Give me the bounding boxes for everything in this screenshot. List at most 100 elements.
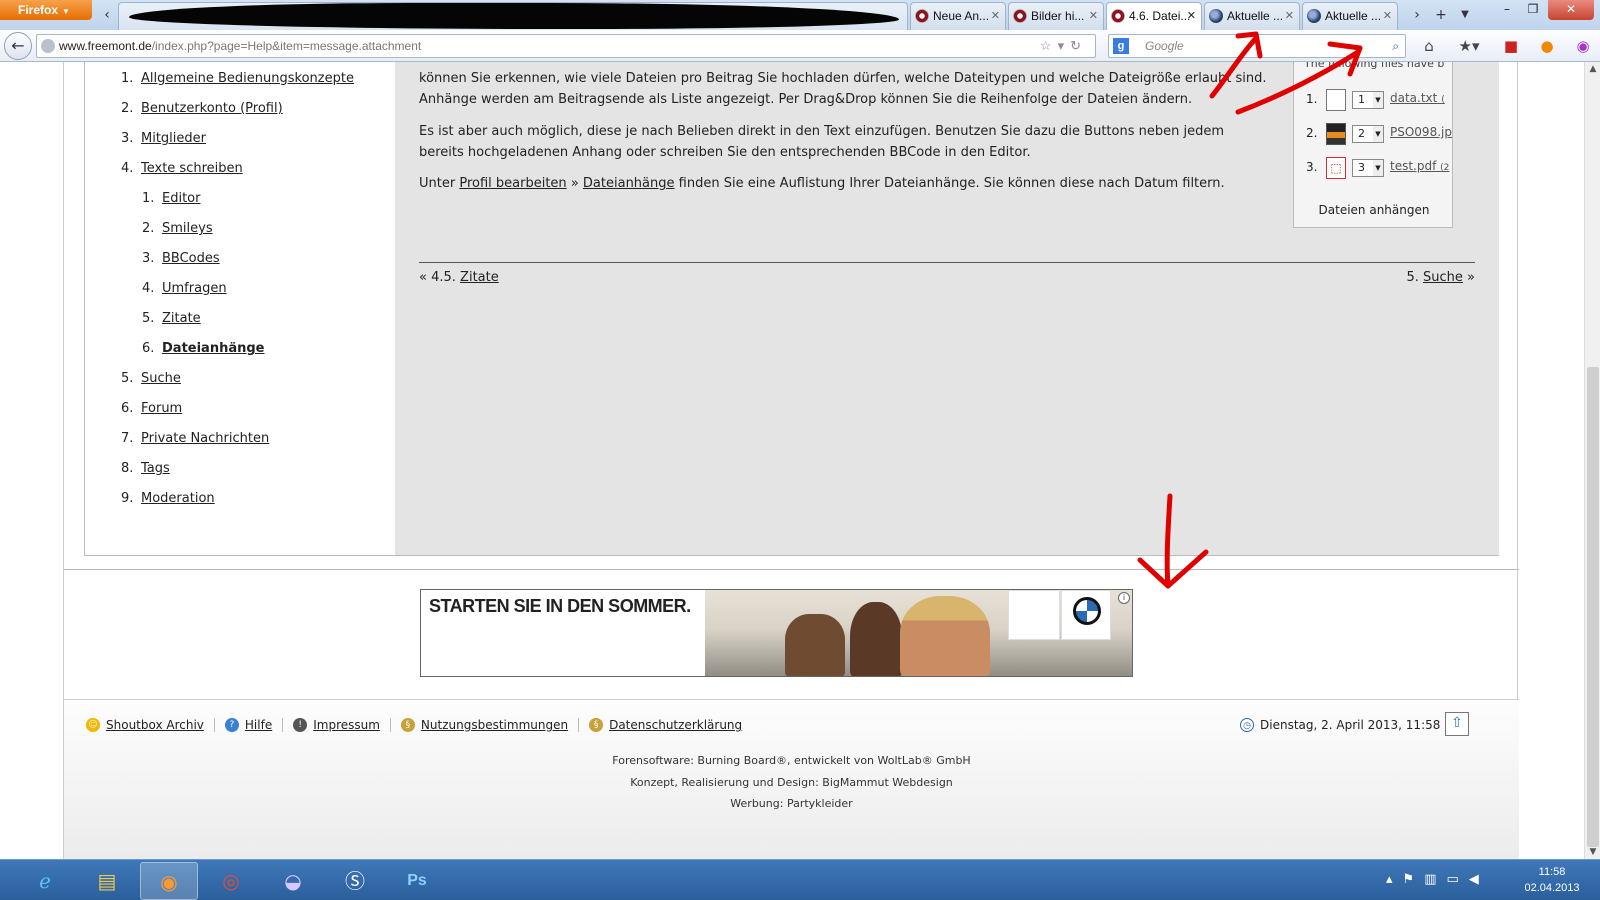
toc-link-editor[interactable]: Editor bbox=[162, 191, 200, 206]
next-page-link[interactable]: Suche bbox=[1423, 270, 1463, 285]
page-scrollbar[interactable]: ▲ ▼ bbox=[1584, 62, 1600, 859]
attachment-order-select[interactable]: 3 ▼ bbox=[1352, 159, 1384, 177]
file-explorer-icon[interactable]: ▤ bbox=[78, 862, 136, 900]
toc-link-benutzerkonto[interactable]: Benutzerkonto (Profil) bbox=[141, 101, 283, 116]
url-path: /index.php?page=Help&item=message.attach… bbox=[151, 39, 422, 53]
google-engine-icon[interactable]: g bbox=[1113, 38, 1129, 54]
tab-close-icon[interactable]: ✕ bbox=[991, 3, 1000, 29]
addon-colorful-icon[interactable]: ◉ bbox=[1572, 36, 1594, 56]
toc-link-bedienungskonzepte[interactable]: Allgemeine Bedienungskonzepte bbox=[141, 71, 354, 86]
attach-files-button[interactable]: Dateien anhängen bbox=[1294, 203, 1452, 217]
web-page: 1. Allgemeine Bedienungskonzepte 2. Benutz… bbox=[0, 62, 1584, 859]
tab-close-icon[interactable]: ✕ bbox=[1187, 3, 1196, 29]
scrollbar-thumb[interactable] bbox=[1587, 367, 1599, 847]
footer-link-hilfe[interactable]: ? Hilfe bbox=[224, 718, 284, 732]
addon-icon[interactable]: ■ bbox=[1500, 36, 1522, 56]
display-icon[interactable]: ▭ bbox=[1446, 872, 1468, 887]
tab-dateianhaenge-active[interactable]: 4.6. Datei... ✕ bbox=[1106, 2, 1202, 32]
search-icon[interactable]: ⌕ bbox=[1392, 35, 1399, 57]
prev-page-link[interactable]: Zitate bbox=[460, 270, 499, 285]
site-identity-icon[interactable] bbox=[41, 39, 55, 53]
bookmarks-menu-icon[interactable]: ★▾ bbox=[1452, 36, 1486, 56]
footer-link-nutzungsbestimmungen[interactable]: § Nutzungsbestimmungen bbox=[400, 718, 580, 732]
toc-link-forum[interactable]: Forum bbox=[141, 401, 182, 416]
toc-link-moderation[interactable]: Moderation bbox=[141, 491, 215, 506]
tab-close-icon[interactable]: ✕ bbox=[1383, 3, 1392, 29]
ad-info-icon[interactable]: i bbox=[1118, 592, 1130, 604]
toc-link-suche[interactable]: Suche bbox=[141, 371, 181, 386]
dateianhaenge-link[interactable]: Dateianhänge bbox=[583, 176, 675, 191]
previous-page-nav: « 4.5. Zitate bbox=[419, 270, 499, 285]
pidgin-icon[interactable]: ◒ bbox=[264, 862, 322, 900]
tab-close-icon[interactable]: ✕ bbox=[1285, 3, 1294, 29]
reload-icon[interactable]: ↻ bbox=[1070, 38, 1087, 53]
chrome-icon[interactable]: ◎ bbox=[202, 862, 260, 900]
scroll-up-icon[interactable]: ▲ bbox=[1585, 64, 1600, 74]
paragraph-line: Es ist aber auch möglich, diese je nach … bbox=[419, 124, 1224, 139]
maximize-icon[interactable]: ❐ bbox=[1520, 0, 1546, 20]
internet-explorer-icon[interactable]: ℯ bbox=[16, 862, 74, 900]
tab-aktuelle-2[interactable]: Aktuelle ... ✕ bbox=[1302, 2, 1398, 30]
attachment-filename[interactable]: data.txt ( bbox=[1390, 91, 1445, 105]
toc-link-bbcodes[interactable]: BBCodes bbox=[162, 251, 220, 266]
minimize-icon[interactable]: – bbox=[1494, 0, 1520, 20]
tab-aktuelle-1[interactable]: Aktuelle ... ✕ bbox=[1204, 2, 1300, 30]
globe-favicon-icon bbox=[1307, 9, 1321, 23]
footer-link-shoutbox[interactable]: ☺ Shoutbox Archiv bbox=[86, 718, 215, 732]
network-icon[interactable]: ▥ bbox=[1424, 872, 1446, 887]
tray-expand-icon[interactable]: ▴ bbox=[1386, 872, 1403, 887]
paragraph-2: Es ist aber auch möglich, diese je nach … bbox=[419, 121, 1289, 163]
search-bar[interactable]: g Google ⌕ bbox=[1108, 34, 1406, 58]
taskbar-clock[interactable]: 11:58 02.04.2013 bbox=[1512, 864, 1592, 896]
close-window-icon[interactable]: ✕ bbox=[1548, 0, 1594, 20]
toc-link-mitglieder[interactable]: Mitglieder bbox=[141, 131, 206, 146]
profil-bearbeiten-link[interactable]: Profil bearbeiten bbox=[459, 176, 566, 191]
url-dropdown-icon[interactable]: ▾ bbox=[1058, 38, 1071, 53]
footer-date: ◷ Dienstag, 2. April 2013, 11:58 bbox=[1240, 718, 1440, 732]
scroll-down-icon[interactable]: ▼ bbox=[1585, 847, 1600, 857]
scroll-to-top-button[interactable]: ⇧ bbox=[1445, 712, 1469, 736]
next-suffix: » bbox=[1467, 270, 1475, 285]
tab-bilder[interactable]: Bilder hi... ✕ bbox=[1008, 2, 1104, 30]
chevron-down-icon: ▼ bbox=[1373, 92, 1383, 108]
tab-scroll-left-icon[interactable]: ‹ bbox=[98, 4, 116, 26]
tab-scroll-right-icon[interactable]: › bbox=[1408, 4, 1426, 26]
ad-banner[interactable]: STARTEN SIE IN DEN SOMMER. i bbox=[420, 589, 1133, 677]
tab-redacted[interactable] bbox=[118, 2, 908, 30]
footer-link-impressum[interactable]: ! Impressum bbox=[293, 718, 391, 732]
url-bar[interactable]: www.freemont.de/index.php?page=Help&item… bbox=[36, 34, 1096, 58]
clock-icon: ◷ bbox=[1240, 718, 1254, 732]
partykleider-link[interactable]: Partykleider bbox=[787, 797, 853, 810]
attachment-number: 3. bbox=[1306, 160, 1318, 174]
photoshop-icon[interactable]: Ps bbox=[388, 862, 446, 900]
fiat-favicon-icon bbox=[915, 9, 929, 23]
home-icon[interactable]: ⌂ bbox=[1418, 36, 1440, 56]
firefox-taskbar-icon[interactable]: ◉ bbox=[140, 862, 198, 900]
toc-link-smileys[interactable]: Smileys bbox=[162, 221, 213, 236]
addon-duck-icon[interactable]: ● bbox=[1536, 36, 1558, 56]
back-button[interactable]: ← bbox=[4, 32, 32, 60]
toc-subitem-current: 6. Dateianhänge bbox=[85, 334, 395, 364]
volume-icon[interactable]: ◀ bbox=[1469, 872, 1489, 887]
attachment-order-select[interactable]: 1 ▼ bbox=[1352, 91, 1384, 109]
toc-link-dateianhaenge[interactable]: Dateianhänge bbox=[162, 341, 264, 356]
tab-close-icon[interactable]: ✕ bbox=[1089, 3, 1098, 29]
attachment-filename[interactable]: test.pdf (2 bbox=[1390, 159, 1449, 173]
new-tab-icon[interactable]: + bbox=[1432, 4, 1450, 26]
toc-link-tags[interactable]: Tags bbox=[141, 461, 170, 476]
skype-icon[interactable]: Ⓢ bbox=[326, 862, 384, 900]
attachment-row: 2. 2 ▼ PSO098.jp bbox=[1294, 121, 1452, 147]
action-center-flag-icon[interactable]: ⚑ bbox=[1403, 872, 1425, 887]
toc-link-texte-schreiben[interactable]: Texte schreiben bbox=[141, 161, 243, 176]
footer-link-datenschutz[interactable]: § Datenschutzerklärung bbox=[589, 718, 752, 732]
attachment-order-select[interactable]: 2 ▼ bbox=[1352, 125, 1384, 143]
tab-list-icon[interactable]: ▼ bbox=[1456, 4, 1474, 26]
firefox-menu-button[interactable]: Firefox ▼ bbox=[0, 0, 92, 20]
bookmark-star-icon[interactable]: ☆ bbox=[1040, 38, 1058, 53]
order-value: 2 bbox=[1358, 127, 1365, 140]
attachment-filename[interactable]: PSO098.jp bbox=[1390, 125, 1452, 139]
toc-link-zitate[interactable]: Zitate bbox=[162, 311, 201, 326]
toc-link-private-nachrichten[interactable]: Private Nachrichten bbox=[141, 431, 269, 446]
tab-neue-antwort[interactable]: Neue An... ✕ bbox=[910, 2, 1006, 30]
toc-link-umfragen[interactable]: Umfragen bbox=[162, 281, 227, 296]
